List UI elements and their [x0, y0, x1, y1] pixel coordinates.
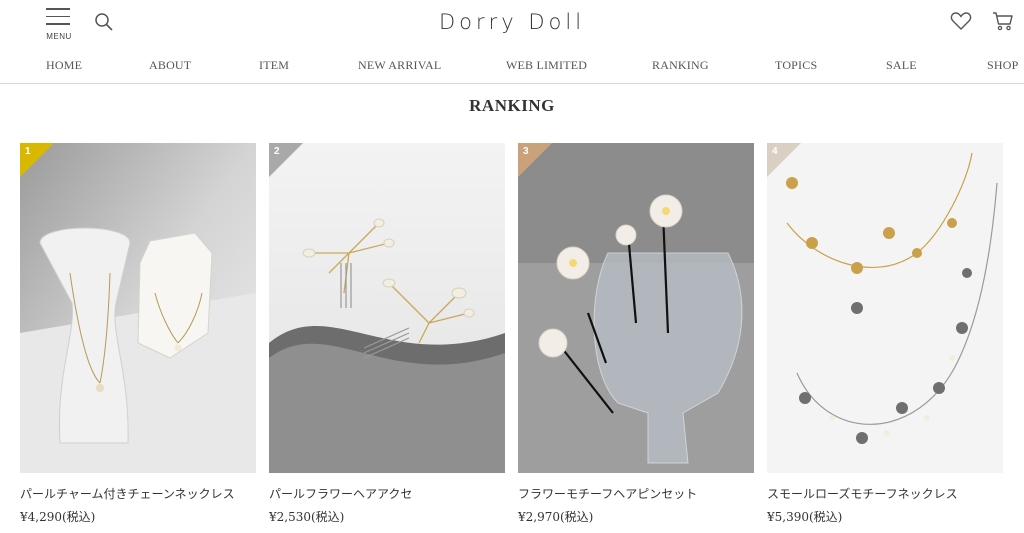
favorite-button[interactable] [950, 11, 972, 31]
nav-item[interactable]: ITEM [259, 58, 289, 73]
product-price: ¥2,970(税込) [518, 510, 594, 524]
hamburger-icon [46, 8, 70, 25]
nav-about[interactable]: ABOUT [149, 58, 191, 73]
product-name[interactable]: フラワーモチーフヘアピンセット [518, 485, 754, 502]
product-price: ¥2,530(税込) [269, 510, 345, 524]
rank-number: 2 [274, 146, 280, 157]
product-name[interactable]: パールチャーム付きチェーンネックレス [20, 485, 256, 502]
nav-sale[interactable]: SALE [886, 58, 917, 73]
nav-ranking[interactable]: RANKING [652, 58, 709, 73]
rose-necklace-photo [767, 143, 1003, 473]
site-logo[interactable]: Dorry Doll [412, 10, 612, 34]
hair-accessory-photo [269, 143, 505, 473]
product-image[interactable]: 1 [20, 143, 256, 473]
rank-number: 1 [25, 146, 31, 157]
section-title: RANKING [469, 96, 555, 115]
product-name[interactable]: パールフラワーヘアアクセ [269, 485, 505, 502]
heart-icon [950, 12, 972, 30]
rank-number: 4 [772, 146, 778, 157]
hairpin-glass-photo [518, 143, 754, 473]
nav-topics[interactable]: TOPICS [775, 58, 817, 73]
search-button[interactable] [94, 12, 114, 32]
main-nav: HOME ABOUT ITEM NEW ARRIVAL WEB LIMITED … [0, 48, 1024, 84]
cart-button[interactable] [992, 10, 1014, 32]
nav-home[interactable]: HOME [46, 58, 82, 73]
product-card[interactable]: 1 パールチャーム付きチェーンネックレス ¥4,290(税込) [20, 143, 256, 525]
product-image[interactable]: 2 [269, 143, 505, 473]
nav-web-limited[interactable]: WEB LIMITED [506, 58, 587, 73]
product-image[interactable]: 4 [767, 143, 1003, 473]
product-price: ¥5,390(税込) [767, 510, 843, 524]
product-card[interactable]: 2 パールフラワーヘアアクセ ¥2,530(税込) [269, 143, 505, 525]
product-image[interactable]: 3 [518, 143, 754, 473]
necklace-vase-photo [20, 143, 256, 473]
site-header: MENU Dorry Doll [0, 0, 1024, 48]
product-card[interactable]: 3 フラワーモチーフヘアピンセット ¥2,970(税込) [518, 143, 754, 525]
search-icon [95, 13, 113, 31]
product-name[interactable]: スモールローズモチーフネックレス [767, 485, 1003, 502]
rank-number: 3 [523, 146, 529, 157]
nav-shop[interactable]: SHOP [987, 58, 1018, 73]
menu-button[interactable]: MENU [44, 6, 72, 42]
product-price: ¥4,290(税込) [20, 510, 96, 524]
product-card[interactable]: 4 スモールローズモチーフネックレス ¥5,390(税込) [767, 143, 1003, 525]
nav-new-arrival[interactable]: NEW ARRIVAL [358, 58, 441, 73]
cart-icon [993, 12, 1013, 31]
menu-label: MENU [46, 32, 72, 41]
